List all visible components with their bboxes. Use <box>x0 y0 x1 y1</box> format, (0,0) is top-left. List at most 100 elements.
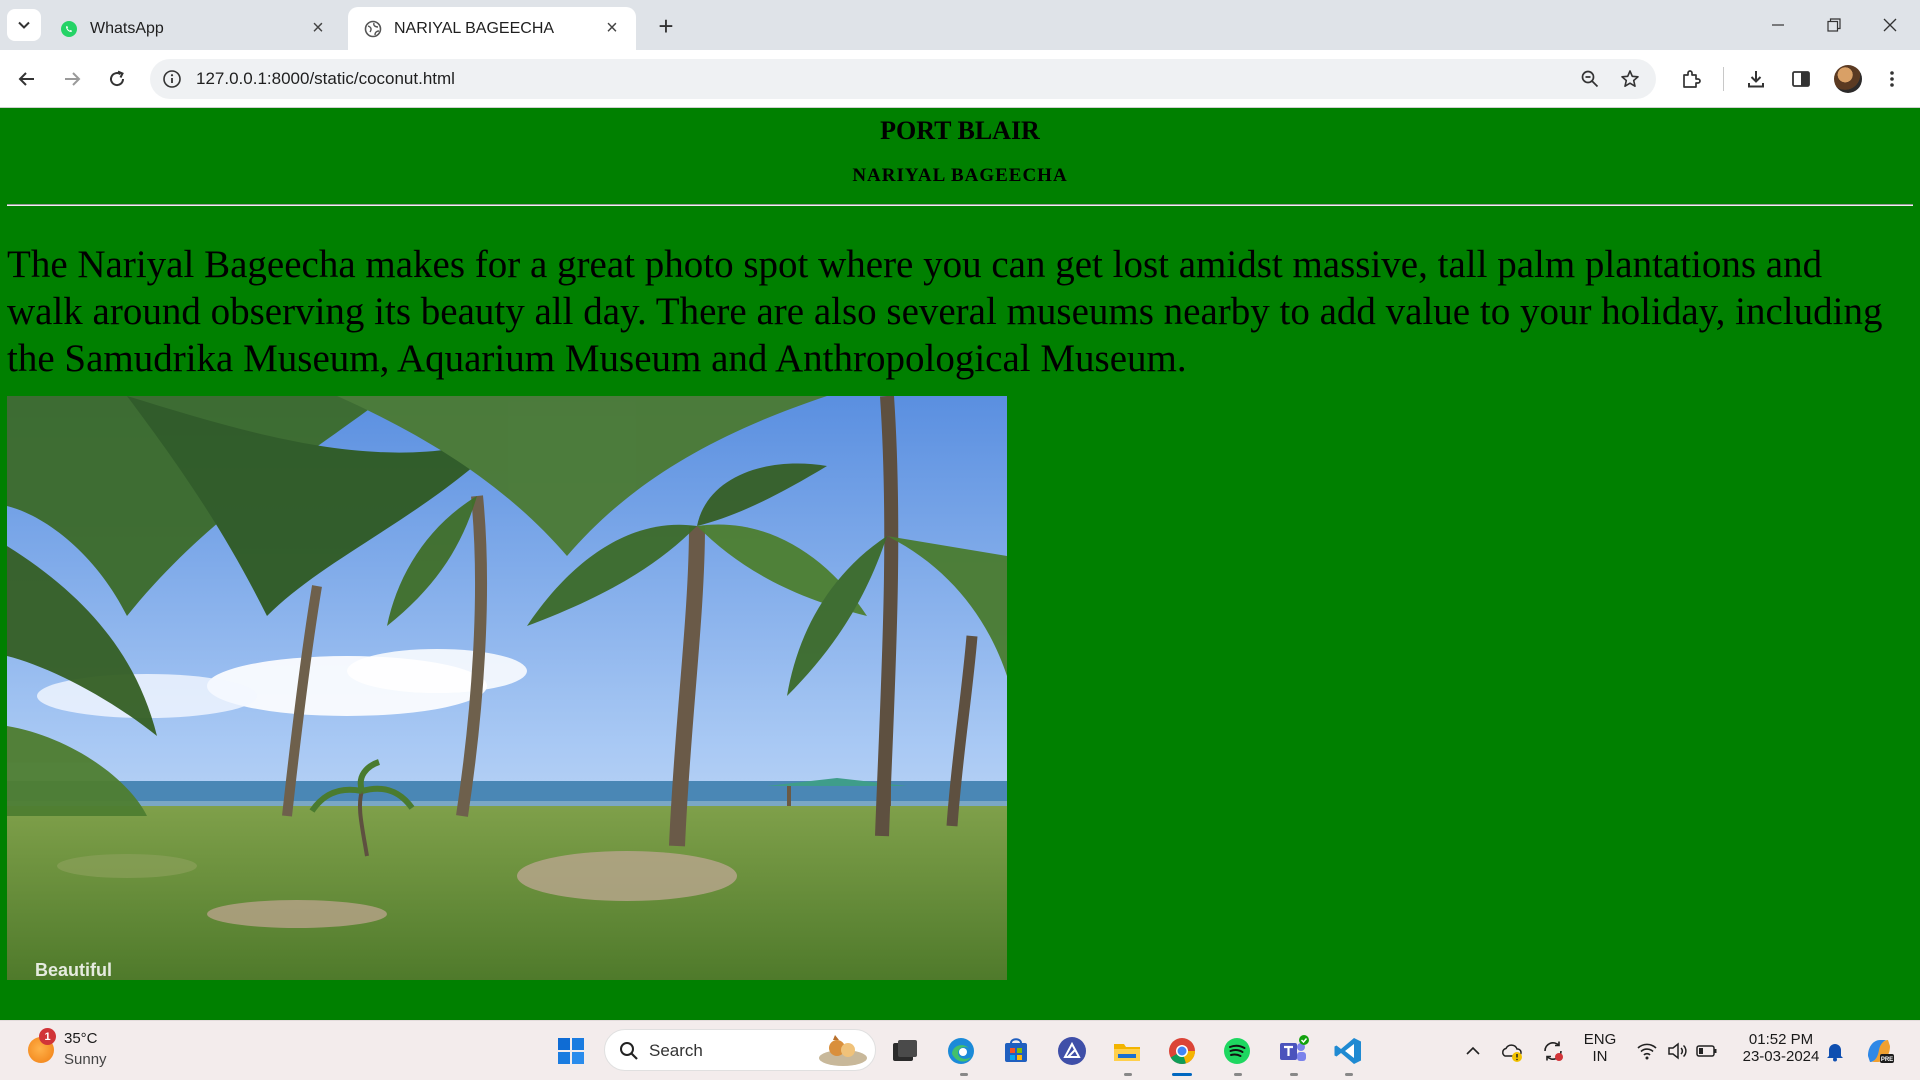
tab-title: NARIYAL BAGEECHA <box>394 19 555 37</box>
search-placeholder: Search <box>649 1041 703 1060</box>
edge-icon <box>948 1038 974 1064</box>
cloud-warning-icon <box>1502 1044 1522 1062</box>
new-tab-button[interactable]: + <box>652 11 680 41</box>
notifications-button[interactable] <box>1818 1034 1852 1068</box>
globe-icon <box>364 20 382 37</box>
running-indicator <box>1345 1073 1353 1076</box>
puzzle-icon <box>1683 70 1701 88</box>
running-indicator <box>960 1073 968 1076</box>
more-vert-icon <box>1890 71 1894 87</box>
bell-icon <box>1827 1044 1843 1062</box>
region-code: IN <box>1592 1048 1608 1065</box>
onedrive-tray[interactable] <box>1495 1034 1529 1068</box>
close-window-button[interactable] <box>1862 0 1918 50</box>
info-icon[interactable] <box>162 69 182 89</box>
clock[interactable]: 01:52 PM 23-03-2024 <box>1734 1031 1828 1065</box>
chevron-up-icon <box>1466 1046 1480 1055</box>
tab-strip: WhatsApp × NARIYAL BAGEECHA × + <box>0 0 1920 50</box>
battery-icon <box>1696 1045 1717 1057</box>
svg-text:PRE: PRE <box>1881 1057 1893 1063</box>
triangle-app-icon <box>1058 1037 1086 1065</box>
tab-title: WhatsApp <box>90 19 164 37</box>
web-page: PORT BLAIR NARIYAL BAGEECHA The Nariyal … <box>0 108 1920 1020</box>
browser-toolbar: 127.0.0.1:8000/static/coconut.html <box>0 50 1920 108</box>
forward-button[interactable] <box>58 65 86 93</box>
toolbar-divider <box>1723 67 1724 91</box>
minimize-button[interactable] <box>1750 0 1806 50</box>
clock-time: 01:52 PM <box>1748 1031 1814 1048</box>
tab-search-button[interactable] <box>7 9 41 41</box>
restore-icon <box>1827 18 1841 32</box>
side-panel-icon <box>1792 71 1810 87</box>
wifi-icon <box>1637 1043 1657 1060</box>
edge-app[interactable] <box>944 1034 978 1068</box>
search-highlight-icon <box>819 1035 867 1066</box>
download-icon <box>1748 71 1764 88</box>
active-indicator <box>1172 1073 1192 1076</box>
language-code: ENG <box>1583 1031 1617 1048</box>
vscode-app[interactable] <box>1331 1034 1365 1068</box>
file-explorer-app[interactable] <box>1110 1034 1144 1068</box>
tab-whatsapp[interactable]: WhatsApp × <box>44 7 342 50</box>
downloads-button[interactable] <box>1742 65 1770 93</box>
task-view-icon <box>893 1040 917 1061</box>
close-icon <box>1883 18 1897 32</box>
spotify-app[interactable] <box>1220 1034 1254 1068</box>
page-heading: PORT BLAIR <box>880 116 1040 145</box>
menu-button[interactable] <box>1878 65 1906 93</box>
tab-nariyal-bageecha[interactable]: NARIYAL BAGEECHA × <box>348 7 636 50</box>
wifi-tray[interactable] <box>1630 1034 1664 1068</box>
palm-scene-illustration: Beautiful <box>7 396 1007 980</box>
affinity-app[interactable] <box>1055 1034 1089 1068</box>
reload-button[interactable] <box>103 65 131 93</box>
battery-tray[interactable] <box>1690 1034 1724 1068</box>
weather-temp[interactable]: 35°C <box>64 1030 98 1047</box>
back-button[interactable] <box>13 65 41 93</box>
windows-icon <box>558 1038 584 1064</box>
extensions-button[interactable] <box>1677 65 1705 93</box>
photo-watermark: Beautiful <box>35 960 112 980</box>
search-icon <box>620 1042 638 1060</box>
taskbar-search[interactable]: Search <box>604 1029 876 1071</box>
address-bar[interactable]: 127.0.0.1:8000/static/coconut.html <box>150 59 1656 99</box>
clock-date: 23-03-2024 <box>1742 1048 1820 1065</box>
close-icon[interactable]: × <box>308 17 328 39</box>
url-text[interactable]: 127.0.0.1:8000/static/coconut.html <box>196 69 455 89</box>
whatsapp-icon <box>61 20 77 37</box>
vscode-icon <box>1334 1038 1361 1064</box>
sync-icon <box>1544 1041 1563 1061</box>
minimize-icon <box>1772 24 1784 26</box>
volume-tray[interactable] <box>1660 1034 1694 1068</box>
zoom-icon[interactable] <box>1580 69 1600 89</box>
arrow-right-icon <box>65 72 81 86</box>
profile-avatar[interactable] <box>1834 65 1862 93</box>
palm-plantation-photo: Beautiful <box>7 396 1007 980</box>
page-subheading: NARIYAL BAGEECHA <box>852 165 1068 186</box>
running-indicator <box>1234 1073 1242 1076</box>
horizontal-rule <box>7 204 1913 206</box>
star-icon[interactable] <box>1620 69 1640 89</box>
copilot-button[interactable]: PRE <box>1862 1034 1896 1068</box>
chevron-down-icon <box>18 21 30 29</box>
description-paragraph: The Nariyal Bageecha makes for a great p… <box>7 243 1883 380</box>
side-panel-button[interactable] <box>1787 65 1815 93</box>
teams-icon <box>1280 1035 1309 1061</box>
speaker-icon <box>1668 1042 1687 1060</box>
chrome-app[interactable] <box>1165 1034 1199 1068</box>
store-app[interactable] <box>999 1034 1033 1068</box>
sync-tray[interactable] <box>1536 1034 1570 1068</box>
store-icon <box>1005 1038 1027 1062</box>
restore-button[interactable] <box>1806 0 1862 50</box>
task-view-button[interactable] <box>888 1034 922 1068</box>
arrow-left-icon <box>18 72 34 86</box>
reload-icon <box>110 70 125 87</box>
copilot-icon: PRE <box>1868 1040 1894 1063</box>
close-icon[interactable]: × <box>602 17 622 39</box>
tray-overflow-button[interactable] <box>1456 1034 1490 1068</box>
start-button[interactable] <box>554 1034 588 1068</box>
weather-badge: 1 <box>39 1028 56 1045</box>
weather-condition[interactable]: Sunny <box>64 1051 107 1068</box>
chrome-icon <box>1169 1038 1195 1065</box>
teams-app[interactable] <box>1276 1034 1310 1068</box>
language-indicator[interactable]: ENG IN <box>1578 1031 1622 1065</box>
